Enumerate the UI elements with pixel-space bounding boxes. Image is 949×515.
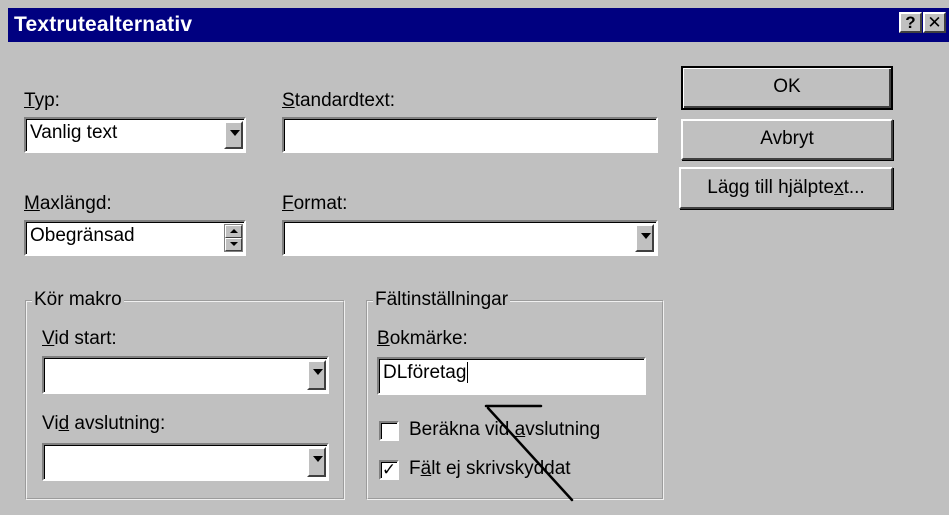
calc-text-b: vslutning [525, 419, 601, 440]
fill-text-b: lt ej skrivskyddat [431, 458, 571, 479]
maxlangd-spinner[interactable] [224, 224, 243, 252]
format-dropdown-arrow[interactable] [635, 224, 654, 252]
format-label-text: ormat: [293, 193, 348, 214]
maxlangd-label: Maxlängd: [24, 193, 112, 215]
maxlangd-label-text: axlängd: [39, 193, 112, 214]
dialog-title: Textrutealternativ [14, 13, 193, 36]
vid-avslutning-text-a: Vi [42, 413, 59, 434]
help-button[interactable]: ? [899, 12, 922, 33]
maxlangd-spinbox[interactable]: Obegränsad [24, 220, 246, 256]
vid-start-dropdown-arrow[interactable] [307, 360, 326, 390]
typ-label-text: yp: [34, 90, 60, 111]
vid-avslutning-dropdown-arrow[interactable] [307, 447, 326, 477]
standardtext-label-mnemonic: S [282, 90, 295, 111]
vid-start-dropdown[interactable] [42, 356, 329, 394]
vid-avslutning-dropdown[interactable] [42, 443, 329, 481]
spin-up-icon[interactable] [225, 225, 242, 238]
typ-label: Typ: [24, 90, 60, 112]
typ-dropdown-value: Vanlig text [30, 122, 118, 143]
ok-button[interactable]: OK [681, 66, 893, 110]
close-button[interactable]: ✕ [923, 12, 946, 33]
checkmark-icon: ✓ [381, 460, 397, 479]
add-help-text-ellipsis: t... [843, 177, 865, 198]
fill-mnemonic: ä [420, 458, 432, 479]
vid-avslutning-text-b: avslutning: [69, 413, 166, 434]
vid-start-label: Vid start: [42, 328, 117, 350]
standardtext-label: Standardtext: [282, 90, 395, 112]
dialog-window: Textrutealternativ ? ✕ Typ: Vanlig text … [0, 0, 949, 515]
format-label: Format: [282, 193, 347, 215]
vid-avslutning-mnemonic: d [58, 413, 70, 434]
typ-label-mnemonic: T [24, 90, 35, 111]
vid-start-mnemonic: V [42, 328, 55, 349]
maxlangd-value: Obegränsad [30, 225, 135, 246]
bookmark-label: Bokmärke: [377, 328, 468, 350]
add-help-text-button[interactable]: Lägg till hjälptext... [679, 167, 893, 209]
fill-in-enabled-checkbox[interactable]: ✓ [379, 460, 399, 480]
add-help-text-label: Lägg till hjälpte [707, 177, 835, 198]
calculate-on-exit-label: Beräkna vid avslutning [409, 419, 600, 441]
bookmark-input[interactable]: DLföretag [377, 357, 646, 395]
typ-dropdown[interactable]: Vanlig text [24, 117, 246, 153]
field-settings-legend: Fältinställningar [373, 289, 511, 311]
spin-down-icon[interactable] [225, 238, 242, 251]
title-bar: Textrutealternativ [8, 8, 949, 42]
vid-start-text: id start: [54, 328, 117, 349]
calculate-on-exit-checkbox[interactable] [379, 421, 399, 441]
run-macro-legend: Kör makro [32, 289, 124, 311]
fill-text-a: F [409, 458, 421, 479]
typ-dropdown-arrow[interactable] [224, 121, 243, 149]
standardtext-label-text: tandardtext: [294, 90, 396, 111]
calc-mnemonic: a [514, 419, 526, 440]
cancel-button[interactable]: Avbryt [681, 119, 893, 160]
fill-in-enabled-label: Fält ej skrivskyddat [409, 458, 571, 480]
bookmark-mnemonic: B [377, 328, 390, 349]
format-dropdown[interactable] [282, 220, 658, 256]
vid-avslutning-label: Vid avslutning: [42, 413, 165, 435]
bookmark-value: DLföretag [383, 362, 467, 383]
maxlangd-label-mnemonic: M [24, 193, 40, 214]
standardtext-input[interactable] [282, 117, 658, 153]
add-help-text-mnemonic: x [834, 177, 844, 198]
text-cursor [467, 362, 469, 383]
bookmark-text: okmärke: [389, 328, 468, 349]
format-label-mnemonic: F [282, 193, 294, 214]
calc-text-a: Beräkna vid [409, 419, 515, 440]
